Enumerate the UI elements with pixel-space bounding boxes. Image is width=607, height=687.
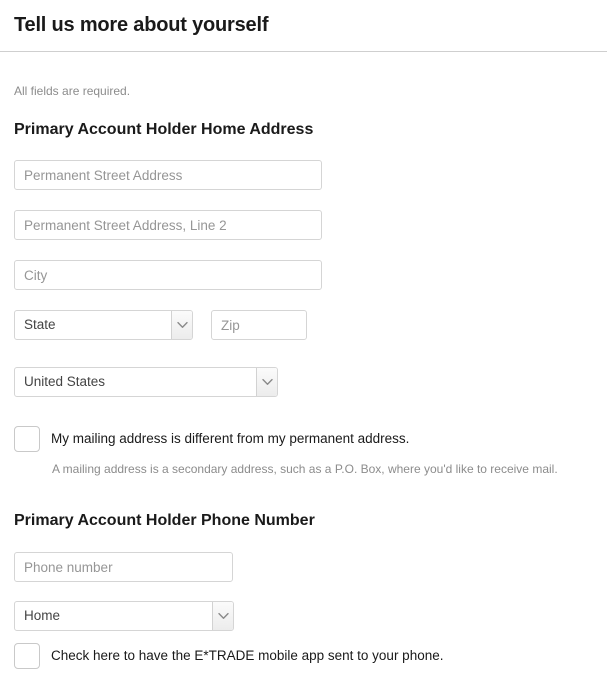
mobile-app-label[interactable]: Check here to have the E*TRADE mobile ap… (51, 643, 443, 669)
chevron-down-icon[interactable] (171, 311, 192, 339)
chevron-down-icon[interactable] (212, 602, 233, 630)
all-fields-required-note: All fields are required. (14, 84, 131, 98)
mobile-app-checkbox[interactable] (14, 643, 40, 669)
street-address-input[interactable] (14, 160, 322, 190)
mailing-address-help-text: A mailing address is a secondary address… (52, 462, 558, 476)
city-input[interactable] (14, 260, 322, 290)
street-address-line2-input[interactable] (14, 210, 322, 240)
country-select[interactable]: United States (14, 367, 278, 397)
phone-number-input[interactable] (14, 552, 233, 582)
state-select[interactable]: State (14, 310, 193, 340)
title-divider (0, 51, 607, 52)
page-title: Tell us more about yourself (14, 14, 269, 36)
country-select-value: United States (24, 374, 106, 389)
state-select-value: State (24, 317, 56, 332)
zip-input[interactable] (211, 310, 307, 340)
mailing-address-different-checkbox[interactable] (14, 426, 40, 452)
section-heading-home-address: Primary Account Holder Home Address (14, 121, 314, 138)
phone-type-select-value: Home (24, 608, 61, 623)
phone-type-select[interactable]: Home (14, 601, 234, 631)
chevron-down-icon[interactable] (256, 368, 277, 396)
signup-form-page: Tell us more about yourself All fields a… (0, 0, 607, 687)
section-heading-phone-number: Primary Account Holder Phone Number (14, 512, 315, 529)
mailing-address-different-label[interactable]: My mailing address is different from my … (51, 426, 409, 452)
